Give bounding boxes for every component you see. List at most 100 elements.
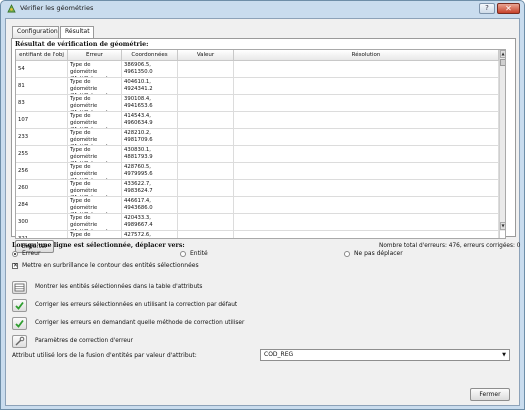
scroll-up-arrow-icon[interactable]: ▲: [500, 50, 505, 58]
cell-resolution: [234, 146, 499, 163]
table-row[interactable]: 107Type de géométrie(MultiPolygon)414543…: [16, 112, 499, 129]
column-header-value[interactable]: Valeur: [178, 50, 234, 61]
error-text: Type de géométrie: [70, 164, 98, 177]
coordinate-x: 386906.5,: [124, 62, 151, 68]
table-row[interactable]: 255Type de géométrie(MultiPolygon)430830…: [16, 146, 499, 163]
coordinate-x: 414543.4,: [124, 113, 151, 119]
table-vertical-scrollbar[interactable]: ▲ ▼: [499, 50, 505, 238]
cell-resolution: [234, 214, 499, 231]
radio-label-error: Erreur: [22, 250, 41, 257]
coordinate-y: 4981709.6: [124, 136, 153, 143]
cell-value: [178, 214, 234, 231]
error-text: Type de géométrie: [70, 62, 98, 75]
cell-error: Type de géométrie(MultiPolygon): [68, 214, 122, 231]
cell-resolution: [234, 197, 499, 214]
window-close-button[interactable]: ✕: [497, 3, 520, 14]
column-header-coordinates[interactable]: Coordonnées: [122, 50, 178, 61]
cell-coordinates: 390108.4, 4941653.6: [122, 95, 178, 112]
cell-value: [178, 129, 234, 146]
error-resolution-settings-label: Paramètres de correction d'erreur: [35, 338, 133, 344]
window-title: Vérifier les géométries: [20, 4, 94, 12]
tab-configuration[interactable]: Configuration: [12, 26, 59, 38]
error-text: Type de géométrie: [70, 181, 98, 194]
green-check-icon: [15, 319, 24, 328]
column-header-id[interactable]: entifiant de l'obj: [16, 50, 68, 61]
table-row[interactable]: 81Type de géométrie(MultiPolygon)404610.…: [16, 78, 499, 95]
cell-resolution: [234, 180, 499, 197]
coordinate-x: 446617.4,: [124, 198, 151, 204]
chevron-down-icon: ▼: [502, 352, 506, 358]
cell-error: Type de géométrie(MultiPolygon): [68, 78, 122, 95]
error-text: Type de géométrie: [70, 79, 98, 92]
cell-value: [178, 197, 234, 214]
radio-button[interactable]: [344, 251, 350, 257]
coordinate-x: 404610.1,: [124, 79, 151, 85]
cell-resolution: [234, 61, 499, 78]
scrollbar-corner: [500, 231, 505, 238]
radio-label-no-move: Ne pas déplacer: [354, 250, 403, 257]
coordinate-y: 4924341.2: [124, 85, 153, 92]
cell-value: [178, 180, 234, 197]
cell-feature-id: 233: [16, 129, 68, 146]
error-summary: Nombre total d'erreurs: 476, erreurs cor…: [379, 243, 521, 249]
error-text: Type de géométrie: [70, 113, 98, 126]
scrollbar-thumb[interactable]: [500, 59, 505, 66]
cell-value: [178, 95, 234, 112]
merge-attribute-select[interactable]: COD_REG ▼: [260, 349, 510, 361]
cell-error: Type de géométrie(MultiPolygon): [68, 231, 122, 238]
cell-coordinates: 433622.7, 4983624.7: [122, 180, 178, 197]
cell-resolution: [234, 231, 499, 238]
error-text: Type de géométrie: [70, 96, 98, 109]
close-button[interactable]: Fermer: [470, 388, 510, 401]
cell-coordinates: 427572.6,4983728.7: [122, 231, 178, 238]
coordinate-y: 4941653.6: [124, 102, 153, 109]
scroll-down-arrow-icon[interactable]: ▼: [500, 222, 505, 230]
column-header-error[interactable]: Erreur: [68, 50, 122, 61]
fix-prompt-button[interactable]: [12, 317, 27, 330]
table-row[interactable]: 233Type de géométrie(MultiPolygon)428210…: [16, 129, 499, 146]
cell-resolution: [234, 78, 499, 95]
coordinate-x: 428210.2,: [124, 130, 151, 136]
cell-feature-id: 300: [16, 214, 68, 231]
cell-error: Type de géométrie(MultiPolygon): [68, 95, 122, 112]
column-header-resolution[interactable]: Résolution: [234, 50, 499, 61]
show-in-attribute-table-button[interactable]: [12, 281, 27, 294]
dialog-client-area: Configuration Résultat Résultat de vérif…: [5, 18, 520, 406]
cell-feature-id: 284: [16, 197, 68, 214]
radio-label-feature: Entité: [190, 250, 208, 257]
cell-resolution: [234, 95, 499, 112]
coordinate-x: 390108.4,: [124, 96, 151, 102]
fix-prompt-label: Corriger les erreurs en demandant quelle…: [35, 320, 245, 326]
table-row[interactable]: 83Type de géométrie(MultiPolygon)390108.…: [16, 95, 499, 112]
help-button[interactable]: ?: [479, 3, 495, 14]
cell-feature-id: 321: [16, 231, 68, 238]
error-text: Type de géométrie: [70, 215, 98, 228]
table-row[interactable]: 321Type de géométrie(MultiPolygon)427572…: [16, 231, 499, 238]
error-resolution-settings-button[interactable]: [12, 335, 27, 348]
cell-coordinates: 428210.2, 4981709.6: [122, 129, 178, 146]
cell-error: Type de géométrie(MultiPolygon): [68, 129, 122, 146]
cell-value: [178, 163, 234, 180]
cell-error: Type de géométrie(MultiPolygon): [68, 146, 122, 163]
coordinate-y: 4961350.0: [124, 68, 153, 75]
cell-feature-id: 260: [16, 180, 68, 197]
coordinate-y: 4989667.4: [124, 221, 153, 228]
cell-value: [178, 231, 234, 238]
table-row[interactable]: 300Type de géométrie(MultiPolygon)420433…: [16, 214, 499, 231]
radio-button[interactable]: [12, 251, 18, 257]
error-text: Type de géométrie: [70, 198, 98, 211]
table-row[interactable]: 284Type de géométrie(MultiPolygon)446617…: [16, 197, 499, 214]
cell-resolution: [234, 163, 499, 180]
radio-button[interactable]: [180, 251, 186, 257]
error-text: Type de géométrie: [70, 147, 98, 160]
coordinate-x: 420433.3,: [124, 215, 151, 221]
green-check-icon: [15, 301, 24, 310]
table-row[interactable]: 54Type de géométrie(MultiPolygon)386906.…: [16, 61, 499, 78]
table-row[interactable]: 260Type de géométrie(MultiPolygon)433622…: [16, 180, 499, 197]
coordinate-y: 4979995.6: [124, 170, 153, 177]
table-row[interactable]: 256Type de géométrie(MultiPolygon)428760…: [16, 163, 499, 180]
cell-coordinates: 428760.5, 4979995.6: [122, 163, 178, 180]
cell-resolution: [234, 112, 499, 129]
fix-default-button[interactable]: [12, 299, 27, 312]
highlight-checkbox[interactable]: ✕: [12, 263, 18, 269]
